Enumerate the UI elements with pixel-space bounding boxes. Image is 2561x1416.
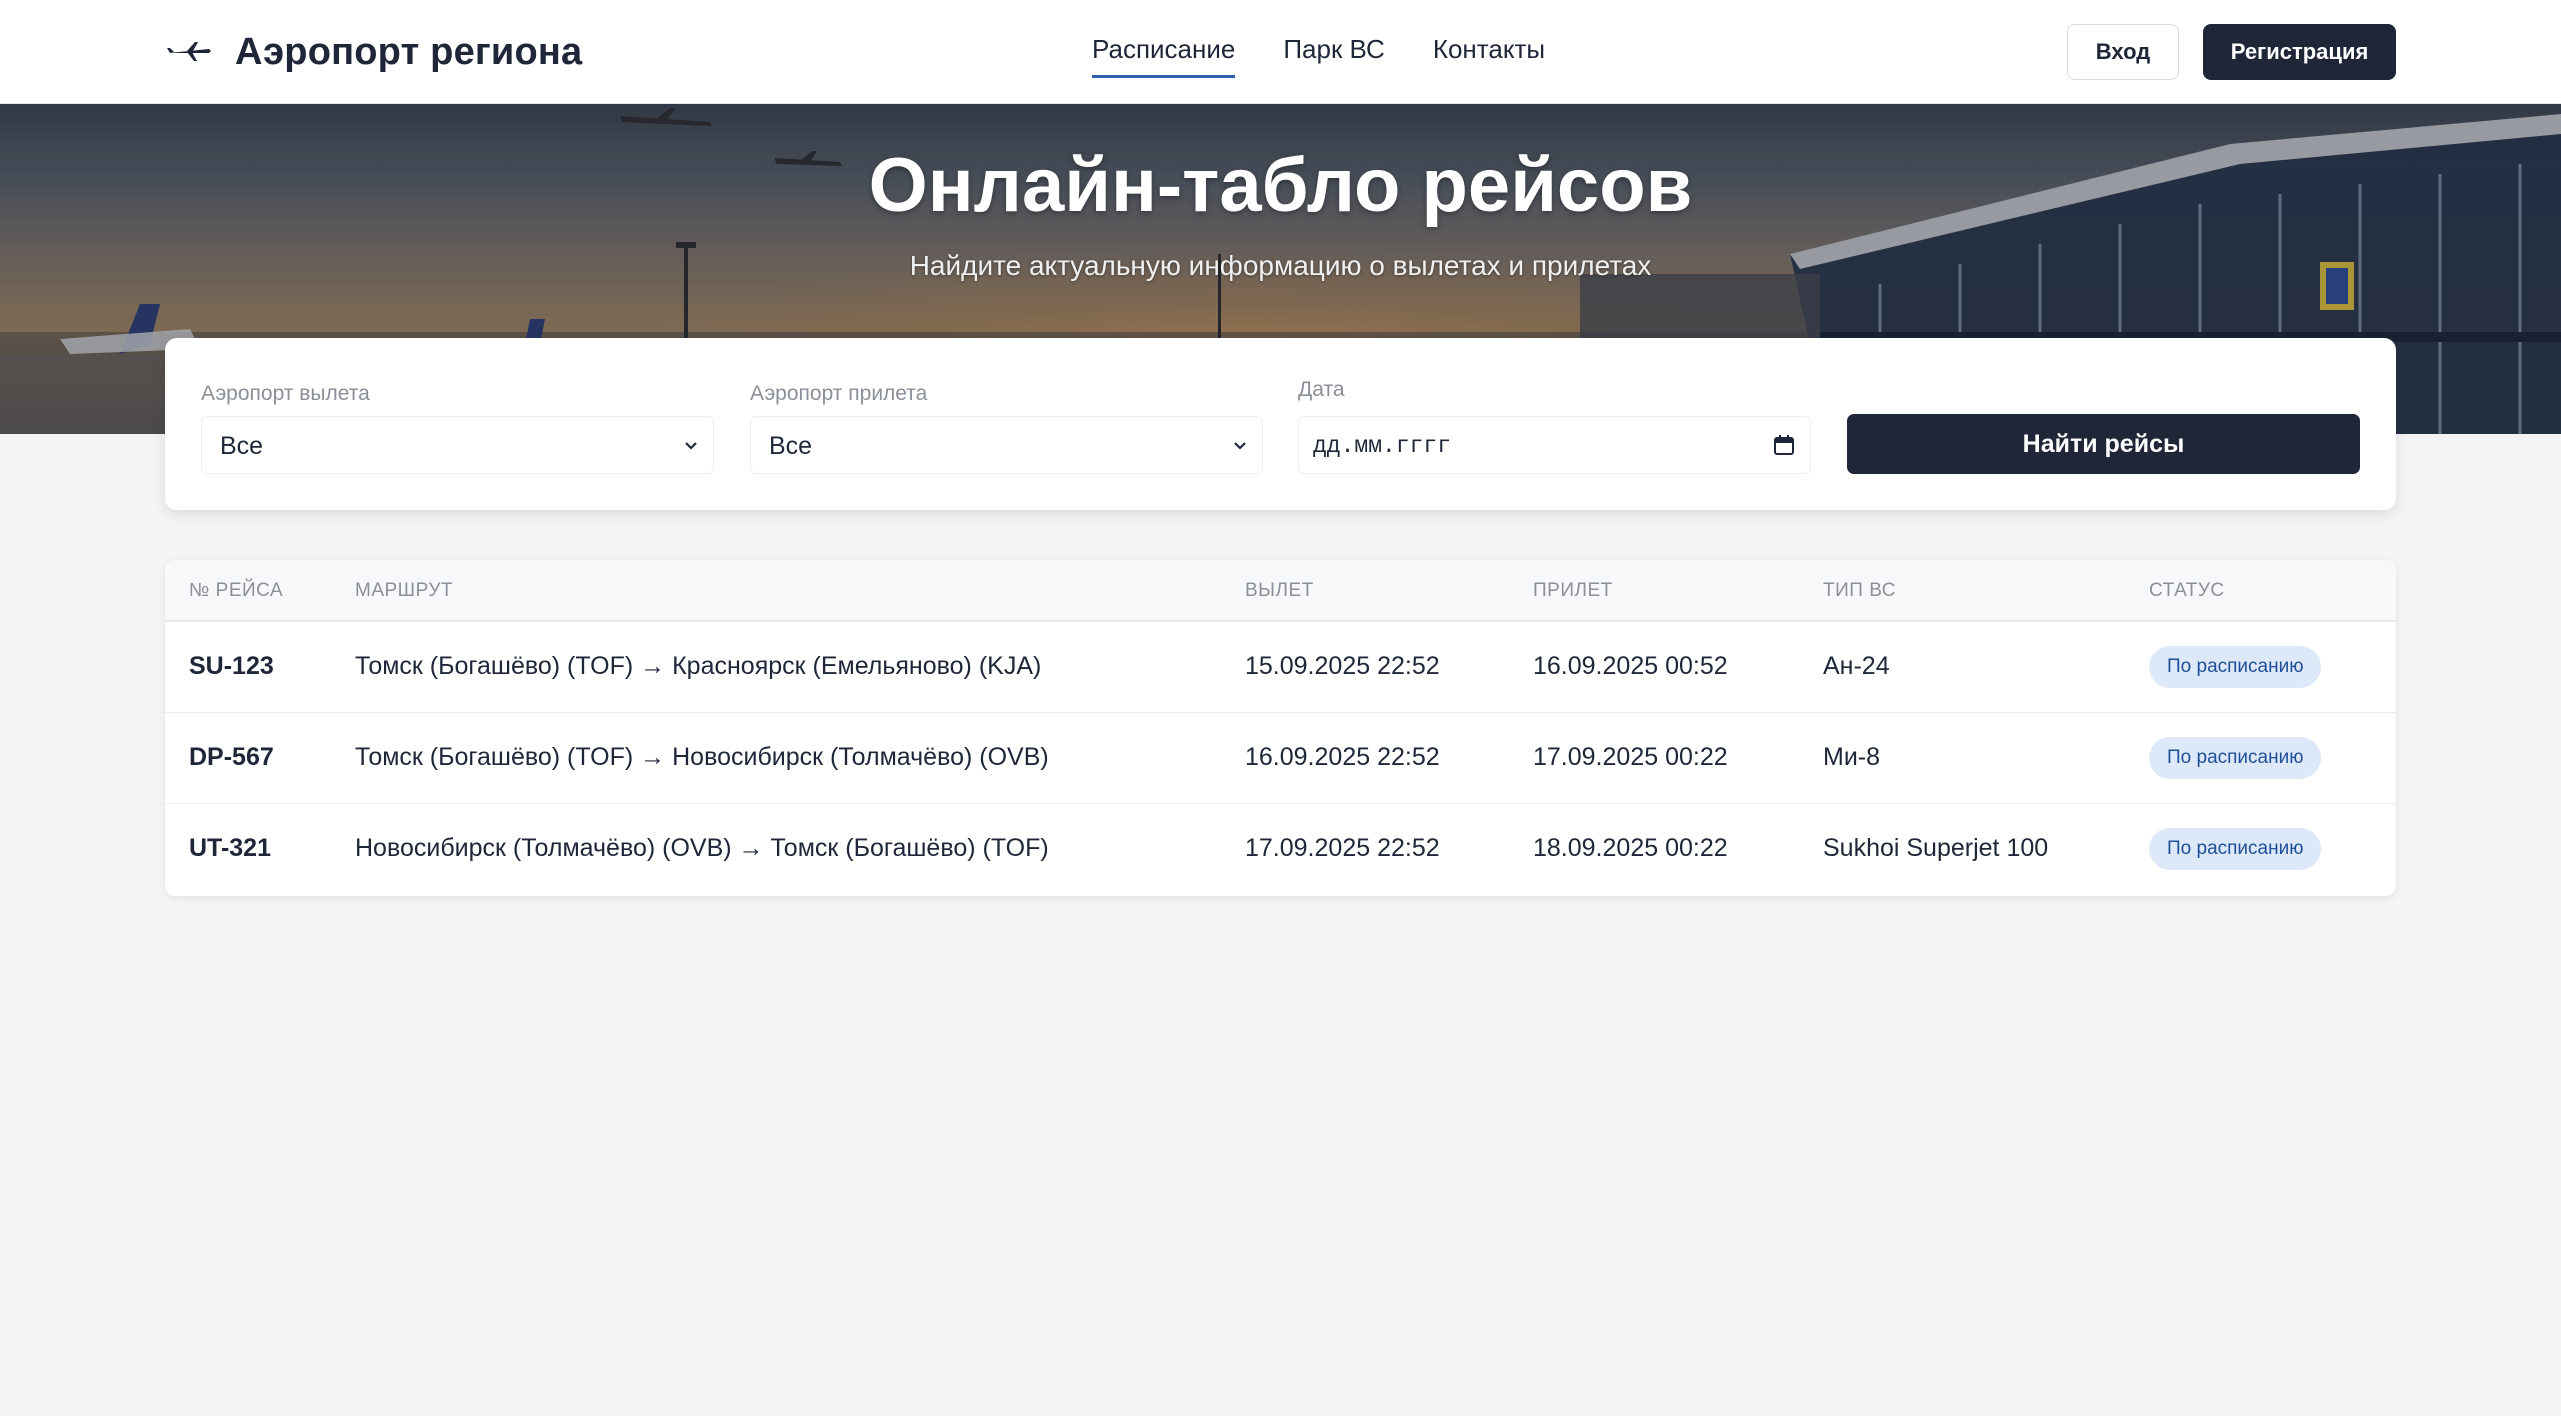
- flight-number: UT-321: [189, 834, 271, 862]
- main-nav: Расписание Парк ВС Контакты: [1092, 26, 1545, 78]
- arrival-label: Аэропорт прилета: [750, 382, 928, 405]
- departure-time: 17.09.2025 22:52: [1245, 834, 1440, 862]
- departure-label: Аэропорт вылета: [201, 382, 370, 405]
- aircraft-type: Sukhoi Superjet 100: [1823, 834, 2049, 862]
- login-button[interactable]: Вход: [2067, 24, 2179, 80]
- table-row[interactable]: DP-567 Томск (Богашёво) (TOF) → Новосиби…: [165, 713, 2396, 804]
- arrival-value: Все: [769, 432, 813, 460]
- brand-name: Аэропорт региона: [235, 30, 583, 73]
- departure-value: Все: [220, 432, 264, 460]
- search-flights-button[interactable]: Найти рейсы: [1847, 414, 2360, 474]
- nav-item-fleet[interactable]: Парк ВС: [1283, 26, 1384, 75]
- column-header-departure: ВЫЛЕТ: [1245, 580, 1314, 601]
- status-badge: По расписанию: [2149, 828, 2322, 870]
- table-row[interactable]: UT-321 Новосибирск (Толмачёво) (OVB) → Т…: [165, 804, 2396, 895]
- column-header-route: МАРШРУТ: [355, 580, 454, 601]
- flight-route: Новосибирск (Толмачёво) (OVB) → Томск (Б…: [355, 834, 1049, 862]
- brand-logo[interactable]: Аэропорт региона: [165, 26, 582, 78]
- flight-route: Томск (Богашёво) (TOF) → Красноярск (Еме…: [355, 652, 1042, 680]
- aircraft-type: Ан-24: [1823, 652, 1890, 680]
- page-title: Онлайн-табло рейсов: [868, 143, 1693, 228]
- arrival-time: 17.09.2025 00:22: [1533, 743, 1728, 771]
- arrival-select[interactable]: Все: [750, 416, 1263, 474]
- nav-item-contacts[interactable]: Контакты: [1433, 26, 1545, 75]
- calendar-icon[interactable]: [1772, 433, 1796, 457]
- departure-time: 16.09.2025 22:52: [1245, 743, 1440, 771]
- flight-number: DP-567: [189, 743, 274, 771]
- arrival-field: Аэропорт прилета: [750, 382, 927, 406]
- site-header: Аэропорт региона Расписание Парк ВС Конт…: [0, 0, 2561, 104]
- status-badge: По расписанию: [2149, 646, 2322, 688]
- departure-time: 15.09.2025 22:52: [1245, 652, 1440, 680]
- register-button[interactable]: Регистрация: [2203, 24, 2396, 80]
- departure-select[interactable]: Все: [201, 416, 714, 474]
- nav-item-schedule[interactable]: Расписание: [1092, 26, 1236, 78]
- date-input[interactable]: дд.мм.гггг: [1298, 416, 1811, 474]
- flights-table: № РЕЙСА МАРШРУТ ВЫЛЕТ ПРИЛЕТ ТИП ВС СТАТ…: [165, 560, 2396, 896]
- flight-route: Томск (Богашёво) (TOF) → Новосибирск (То…: [355, 743, 1049, 771]
- chevron-down-icon: [1234, 442, 1246, 450]
- column-header-flight: № РЕЙСА: [189, 580, 284, 601]
- page-subtitle: Найдите актуальную информацию о вылетах …: [909, 250, 1652, 281]
- flight-number: SU-123: [189, 652, 274, 680]
- arrival-time: 16.09.2025 00:52: [1533, 652, 1728, 680]
- column-header-arrival: ПРИЛЕТ: [1533, 580, 1613, 601]
- date-field: Дата: [1298, 378, 1345, 402]
- column-header-aircraft: ТИП ВС: [1823, 580, 1896, 601]
- arrival-time: 18.09.2025 00:22: [1533, 834, 1728, 862]
- date-placeholder: дд.мм.гггг: [1313, 433, 1452, 459]
- table-row[interactable]: SU-123 Томск (Богашёво) (TOF) → Краснояр…: [165, 622, 2396, 713]
- column-header-status: СТАТУС: [2149, 580, 2225, 601]
- chevron-down-icon: [685, 442, 697, 450]
- aircraft-type: Ми-8: [1823, 743, 1881, 771]
- table-header: № РЕЙСА МАРШРУТ ВЫЛЕТ ПРИЛЕТ ТИП ВС СТАТ…: [165, 560, 2396, 622]
- departure-field: Аэропорт вылета: [201, 382, 370, 406]
- plane-icon: [167, 42, 211, 61]
- status-badge: По расписанию: [2149, 737, 2322, 779]
- date-label: Дата: [1298, 378, 1345, 401]
- flight-search-form: Аэропорт вылета Все Аэропорт прилета Все…: [165, 338, 2396, 510]
